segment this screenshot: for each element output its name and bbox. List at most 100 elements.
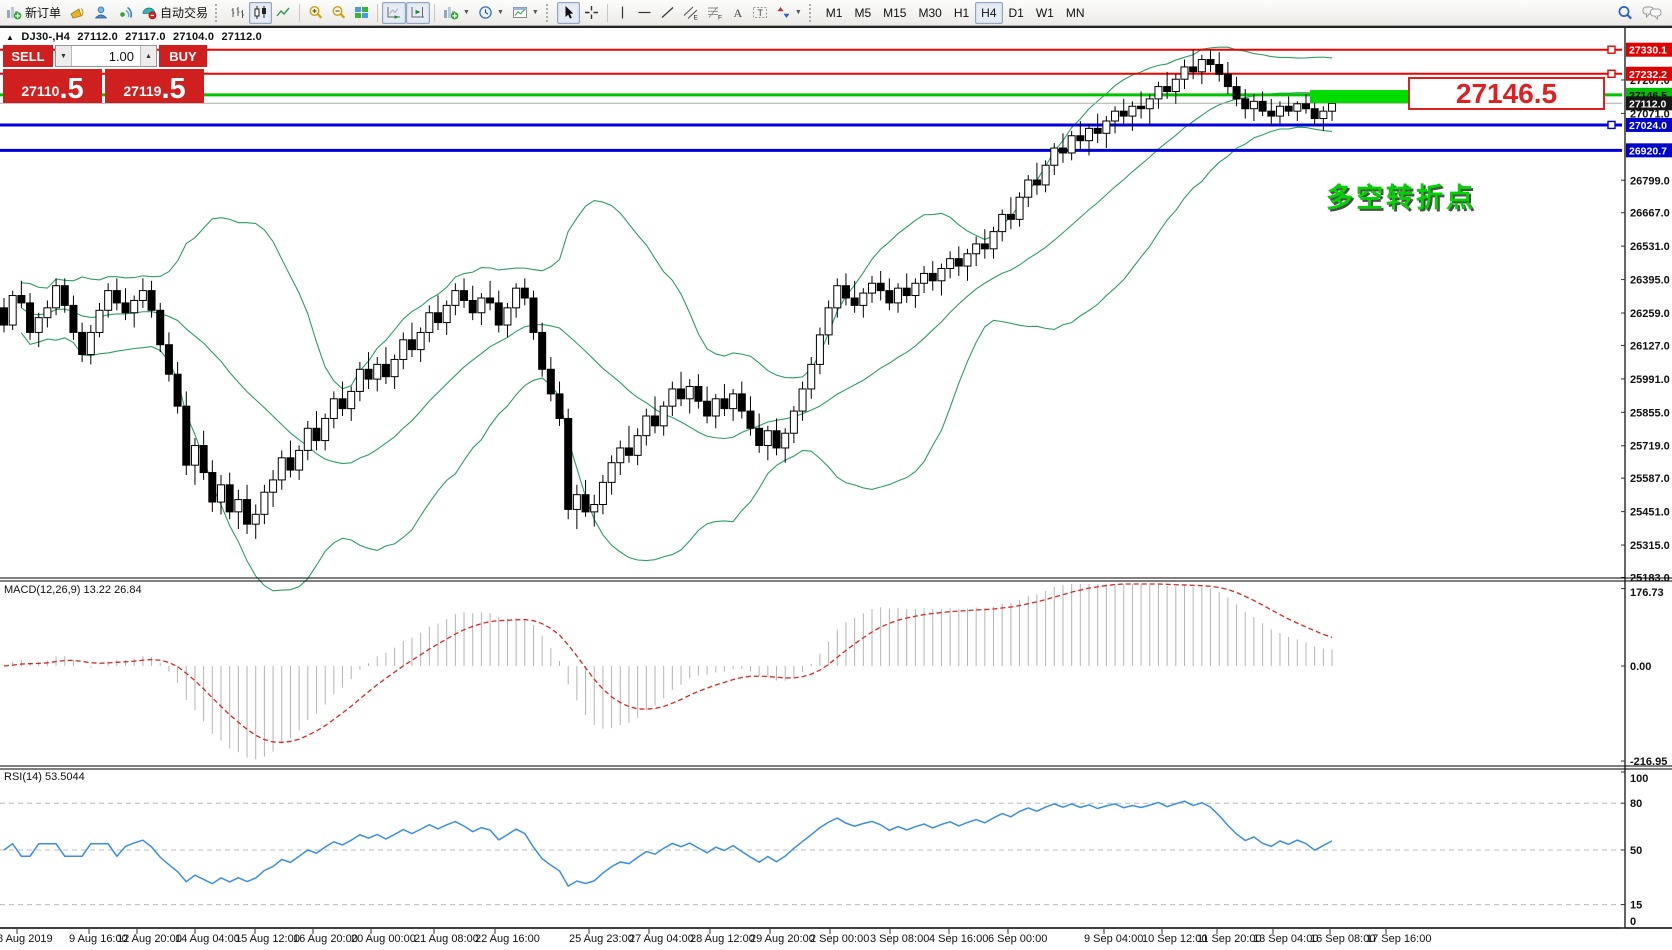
candle <box>382 347 389 384</box>
candle <box>1294 101 1301 121</box>
bollinger-middle-band <box>21 93 1332 464</box>
time-tick-label: 25 Aug 23:00 <box>569 933 634 945</box>
candle <box>44 300 51 327</box>
candle <box>964 249 971 281</box>
candle <box>973 237 980 266</box>
candle <box>547 357 554 401</box>
toolbar-cursor-button[interactable] <box>557 2 580 24</box>
candle <box>990 227 997 259</box>
svg-text:E: E <box>693 15 698 21</box>
candle <box>417 328 424 362</box>
candle <box>1207 50 1214 72</box>
buy-price-display[interactable]: 27119 .5 <box>105 69 204 103</box>
candle <box>981 229 988 258</box>
chevron-down-icon[interactable]: ▼ <box>463 9 470 16</box>
buy-button[interactable]: BUY <box>159 45 207 67</box>
toolbar-new-order-button[interactable]: 新订单 <box>2 2 65 24</box>
toolbar-candlestick-chart-button[interactable] <box>249 2 272 24</box>
toolbar-tf-m1-button[interactable]: M1 <box>820 2 849 24</box>
volume-stepper: ▼ 1.00 ▲ <box>55 45 157 67</box>
supply-zone-box[interactable] <box>1310 90 1424 103</box>
candle <box>539 323 546 377</box>
volume-input[interactable]: 1.00 <box>72 46 140 66</box>
search-icon[interactable] <box>1617 5 1634 21</box>
candle <box>816 328 823 375</box>
candle <box>87 325 94 364</box>
toolbar-auto-scroll-button[interactable] <box>382 2 406 24</box>
chevron-down-icon[interactable]: ▼ <box>795 9 802 16</box>
high-value: 27117.0 <box>125 31 166 43</box>
candle <box>157 303 164 352</box>
toolbar-equidistant-channel-button[interactable]: E <box>679 2 703 24</box>
toolbar-tf-h4-button[interactable]: H4 <box>975 2 1002 24</box>
tline-icon <box>660 5 675 20</box>
bollinger-lower-band <box>21 127 1332 591</box>
toolbar-tf-w1-button[interactable]: W1 <box>1030 2 1060 24</box>
toolbar-zoom-in-button[interactable] <box>304 2 327 24</box>
toolbar-grip[interactable] <box>546 4 552 22</box>
volume-increase-button[interactable]: ▲ <box>140 46 156 66</box>
candle <box>139 278 146 307</box>
toolbar-tf-m15-label: M15 <box>883 6 906 20</box>
toolbar-trendline-button[interactable] <box>656 2 679 24</box>
toolbar-tile-windows-button[interactable] <box>350 2 373 24</box>
toolbar-mql5-market-button[interactable] <box>65 2 89 24</box>
toolbar-bar-chart-button[interactable] <box>226 2 249 24</box>
toolbar-text-label-button[interactable]: T <box>748 2 772 24</box>
toolbar-tf-m15-button[interactable]: M15 <box>877 2 912 24</box>
toolbar-tf-mn-button[interactable]: MN <box>1060 2 1091 24</box>
toolbar-signals-button[interactable] <box>113 2 137 24</box>
volume-decrease-button[interactable]: ▼ <box>56 46 72 66</box>
toolbar-autotrading-button[interactable]: 自动交易 <box>137 2 212 24</box>
bollinger-upper-band <box>21 47 1332 389</box>
toolbar-fibonacci-button[interactable]: F <box>703 2 727 24</box>
candle <box>252 504 259 538</box>
price-chart[interactable]: 27207.027071.026799.026667.026531.026395… <box>0 0 1672 950</box>
close-value: 27112.0 <box>221 31 262 43</box>
toolbar-crosshair-button[interactable] <box>580 2 603 24</box>
line-endpoint-marker[interactable] <box>1608 46 1615 53</box>
collapse-icon[interactable]: ▲ <box>6 33 14 42</box>
line-endpoint-marker[interactable] <box>1608 121 1615 128</box>
arrows-icon <box>776 5 791 20</box>
toolbar-templates-button[interactable]: ▼ <box>508 2 543 24</box>
bars-icon <box>230 5 245 20</box>
chat-icon[interactable] <box>1642 5 1662 21</box>
toolbar-text-button[interactable]: A <box>727 2 748 24</box>
candle <box>565 409 572 520</box>
toolbar-indicators-button[interactable]: ▼ <box>439 2 474 24</box>
candle <box>834 278 841 317</box>
toolbar-vertical-line-button[interactable] <box>612 2 633 24</box>
candle <box>617 441 624 475</box>
sell-button[interactable]: SELL <box>3 45 53 67</box>
toolbar-tf-d1-button[interactable]: D1 <box>1003 2 1030 24</box>
toolbar-tf-m5-button[interactable]: M5 <box>848 2 877 24</box>
toolbar-tf-m30-button[interactable]: M30 <box>912 2 947 24</box>
turning-point-annotation[interactable]: 多空转折点 <box>1326 176 1476 215</box>
candle <box>61 278 68 312</box>
toolbar-line-chart-button[interactable] <box>272 2 295 24</box>
price-callout-label[interactable]: 27146.5 <box>1408 77 1605 110</box>
toolbar-mql5-community-button[interactable] <box>89 2 113 24</box>
candle <box>582 480 589 517</box>
toolbar-grip[interactable] <box>215 4 221 22</box>
toolbar-chart-shift-button[interactable] <box>406 2 430 24</box>
chevron-down-icon[interactable]: ▼ <box>497 9 504 16</box>
time-tick-label: 11 Sep 20:00 <box>1197 933 1262 945</box>
candle <box>296 445 303 479</box>
toolbar-periods-button[interactable]: ▼ <box>474 2 508 24</box>
candle <box>443 300 450 334</box>
candle <box>113 278 120 310</box>
price-tick-label: 25183.0 <box>1630 573 1670 585</box>
toolbar-tf-h1-button[interactable]: H1 <box>948 2 975 24</box>
candle <box>495 291 502 333</box>
chevron-down-icon[interactable]: ▼ <box>532 9 539 16</box>
toolbar-horizontal-line-button[interactable] <box>633 2 656 24</box>
current-price-line-badge-label: 27112.0 <box>1629 98 1667 110</box>
sell-price-display[interactable]: 27110 .5 <box>3 69 102 103</box>
toolbar-grip[interactable] <box>809 4 815 22</box>
toolbar-arrows-button[interactable]: ▼ <box>772 2 806 24</box>
line-endpoint-marker[interactable] <box>1608 70 1615 77</box>
toolbar-zoom-out-button[interactable] <box>327 2 350 24</box>
vline-icon <box>616 5 629 20</box>
